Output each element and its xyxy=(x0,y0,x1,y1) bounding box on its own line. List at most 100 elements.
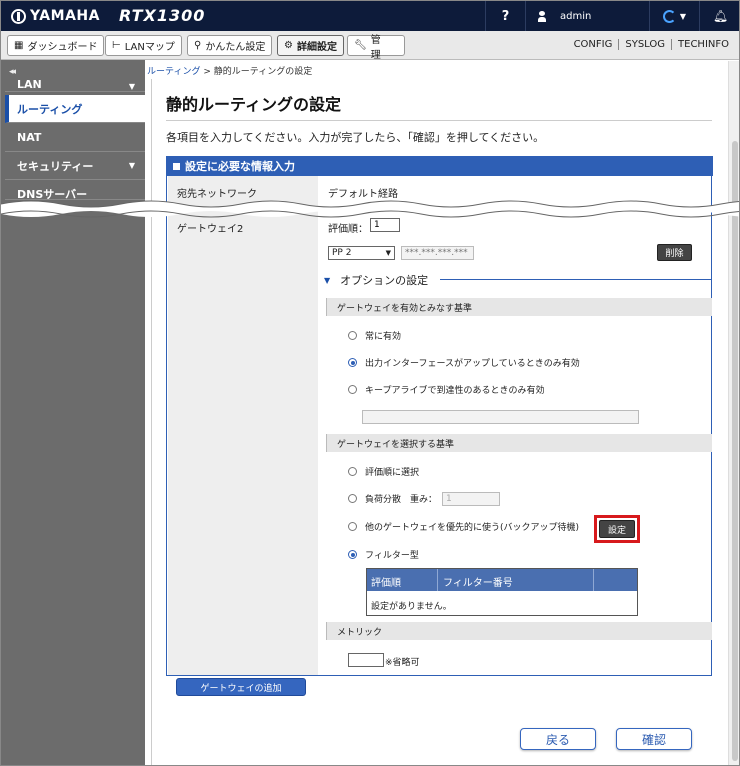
back-label: 戻る xyxy=(545,732,570,747)
metric-optional-note: ※省略可 xyxy=(385,658,420,668)
sidebar: ◂◂ LAN ▼ ルーティング NAT セキュリティー ▼ DNSサーバー xyxy=(1,60,145,765)
chevron-down-icon: ▼ xyxy=(128,82,135,91)
confirm-label: 確認 xyxy=(641,732,666,747)
sidebar-item-lan[interactable]: LAN ▼ xyxy=(5,74,145,92)
back-button[interactable]: 戻る xyxy=(520,728,596,750)
radio-keepalive[interactable]: キープアライブで到達性のあるときのみ有効 xyxy=(348,383,544,396)
wizard-icon: ⚲ xyxy=(194,40,202,51)
radio-label: キープアライブで到達性のあるときのみ有効 xyxy=(365,386,545,396)
confirm-button[interactable]: 確認 xyxy=(616,728,692,750)
top-bar: YAMAHA RTX1300 ? admin ▼ 🔔︎ xyxy=(1,1,739,31)
radio-backup[interactable]: 他のゲートウェイを優先的に使う(バックアップ待機) xyxy=(348,520,579,533)
radio-label: 評価順に選択 xyxy=(365,468,420,478)
column-divider xyxy=(593,569,594,591)
nav-dashboard-label: ダッシュボード xyxy=(27,42,98,53)
sidebar-item-label: ルーティング xyxy=(17,102,83,116)
nav-lan-map[interactable]: ⊢ LANマップ xyxy=(105,35,182,56)
sidebar-item-routing[interactable]: ルーティング xyxy=(5,95,145,123)
radio-label: 負荷分散 重み： xyxy=(365,495,438,505)
notification-button[interactable]: 🔔︎ xyxy=(699,1,739,31)
section-header: 設定に必要な情報入力 xyxy=(167,156,713,176)
nav-advanced-label: 詳細設定 xyxy=(296,42,337,53)
column-divider xyxy=(437,569,438,591)
metric-input[interactable] xyxy=(348,653,384,667)
options-divider xyxy=(440,279,712,280)
brand-name: YAMAHA xyxy=(30,8,100,24)
radio-icon xyxy=(348,385,357,394)
label-column xyxy=(168,176,318,675)
sidebar-item-dns-server[interactable]: DNSサーバー xyxy=(5,180,145,201)
yamaha-logo-icon xyxy=(11,8,26,24)
filter-set-button[interactable]: 設定 xyxy=(599,520,635,538)
sidebar-item-security[interactable]: セキュリティー ▼ xyxy=(5,152,145,180)
sidebar-item-label: LAN xyxy=(17,78,42,91)
delete-button[interactable]: 削除 xyxy=(657,244,692,261)
gateway-label: ゲートウェイ2 xyxy=(177,224,244,235)
priority-label: 評価順： xyxy=(328,224,368,235)
radio-filter-type[interactable]: フィルター型 xyxy=(348,548,419,561)
nav-dashboard[interactable]: ▦ ダッシュボード xyxy=(7,35,105,56)
breadcrumb-routing-link[interactable]: ルーティング xyxy=(147,67,200,77)
filter-set-label: 設定 xyxy=(607,525,626,536)
syslog-link[interactable]: SYSLOG xyxy=(618,39,671,50)
nav-management-label: 管 理 xyxy=(370,34,391,61)
interface-select[interactable]: PP 2 ▼ xyxy=(328,246,395,260)
scroll-thumb[interactable] xyxy=(732,141,738,761)
title-divider xyxy=(166,120,712,121)
gateway-ip-input[interactable] xyxy=(401,246,474,260)
priority-input[interactable] xyxy=(370,218,400,232)
keepalive-input[interactable] xyxy=(362,410,639,424)
delete-button-label: 削除 xyxy=(665,249,684,259)
radio-label: 常に有効 xyxy=(365,332,402,342)
weight-input[interactable] xyxy=(442,492,500,506)
add-gateway-label: ゲートウェイの追加 xyxy=(200,683,282,694)
radio-selected-icon xyxy=(348,550,357,559)
page-title: 静的ルーティングの設定 xyxy=(166,95,342,114)
radio-interface-up[interactable]: 出力インターフェースがアップしているときのみ有効 xyxy=(348,356,580,369)
breadcrumb-separator: > xyxy=(203,67,211,77)
loading-icon xyxy=(662,9,676,23)
radio-icon xyxy=(348,494,357,503)
nav-management[interactable]: 🔧︎ 管 理 xyxy=(347,35,405,61)
nav-advanced-settings[interactable]: ⚙ 詳細設定 xyxy=(277,35,344,56)
section-title: 設定に必要な情報入力 xyxy=(185,160,295,173)
nav-easy-setup[interactable]: ⚲ かんたん設定 xyxy=(187,35,273,56)
radio-load-balance[interactable]: 負荷分散 重み： xyxy=(348,492,437,505)
status-menu[interactable]: ▼ xyxy=(649,1,699,31)
interface-select-value: PP 2 xyxy=(332,248,352,258)
brand-logo: YAMAHA xyxy=(11,8,100,24)
radio-icon xyxy=(348,331,357,340)
filter-table: 評価順 フィルター番号 設定がありません。 xyxy=(366,568,638,616)
radio-icon xyxy=(348,522,357,531)
lan-map-icon: ⊢ xyxy=(112,40,121,51)
add-gateway-button[interactable]: ゲートウェイの追加 xyxy=(176,678,306,696)
user-name: admin xyxy=(560,10,592,22)
metric-header: メトリック xyxy=(326,622,712,640)
user-icon xyxy=(538,10,546,22)
options-title: オプションの設定 xyxy=(340,274,429,287)
radio-priority-order[interactable]: 評価順に選択 xyxy=(348,465,419,478)
select-criteria-header: ゲートウェイを選択する基準 xyxy=(326,434,712,452)
radio-always-valid[interactable]: 常に有効 xyxy=(348,329,401,342)
config-link[interactable]: CONFIG xyxy=(568,39,619,50)
sidebar-item-nat[interactable]: NAT xyxy=(5,124,145,152)
metric-title: メトリック xyxy=(337,627,383,638)
radio-label: 出力インターフェースがアップしているときのみ有効 xyxy=(365,359,580,369)
help-button[interactable]: ? xyxy=(485,1,525,31)
techinfo-link[interactable]: TECHINFO xyxy=(671,39,735,50)
user-menu[interactable]: admin xyxy=(525,1,649,31)
valid-criteria-title: ゲートウェイを有効とみなす基準 xyxy=(337,303,473,314)
radio-label: 他のゲートウェイを優先的に使う(バックアップ待機) xyxy=(365,523,580,533)
set-button-highlight: 設定 xyxy=(594,515,640,543)
options-toggle[interactable]: ▼ オプションの設定 xyxy=(324,272,428,288)
help-label: ? xyxy=(501,8,510,24)
scrollbar[interactable] xyxy=(728,61,739,765)
radio-label: フィルター型 xyxy=(365,551,419,561)
chevron-down-icon: ▼ xyxy=(128,161,135,170)
model-name: RTX1300 xyxy=(119,6,206,25)
radio-icon xyxy=(348,467,357,476)
select-criteria-title: ゲートウェイを選択する基準 xyxy=(337,439,455,450)
valid-criteria-header: ゲートウェイを有効とみなす基準 xyxy=(326,298,712,316)
intro-text: 各項目を入力してください。入力が完了したら、「確認」を押してください。 xyxy=(166,131,545,144)
sidebar-item-label: セキュリティー xyxy=(17,159,94,173)
